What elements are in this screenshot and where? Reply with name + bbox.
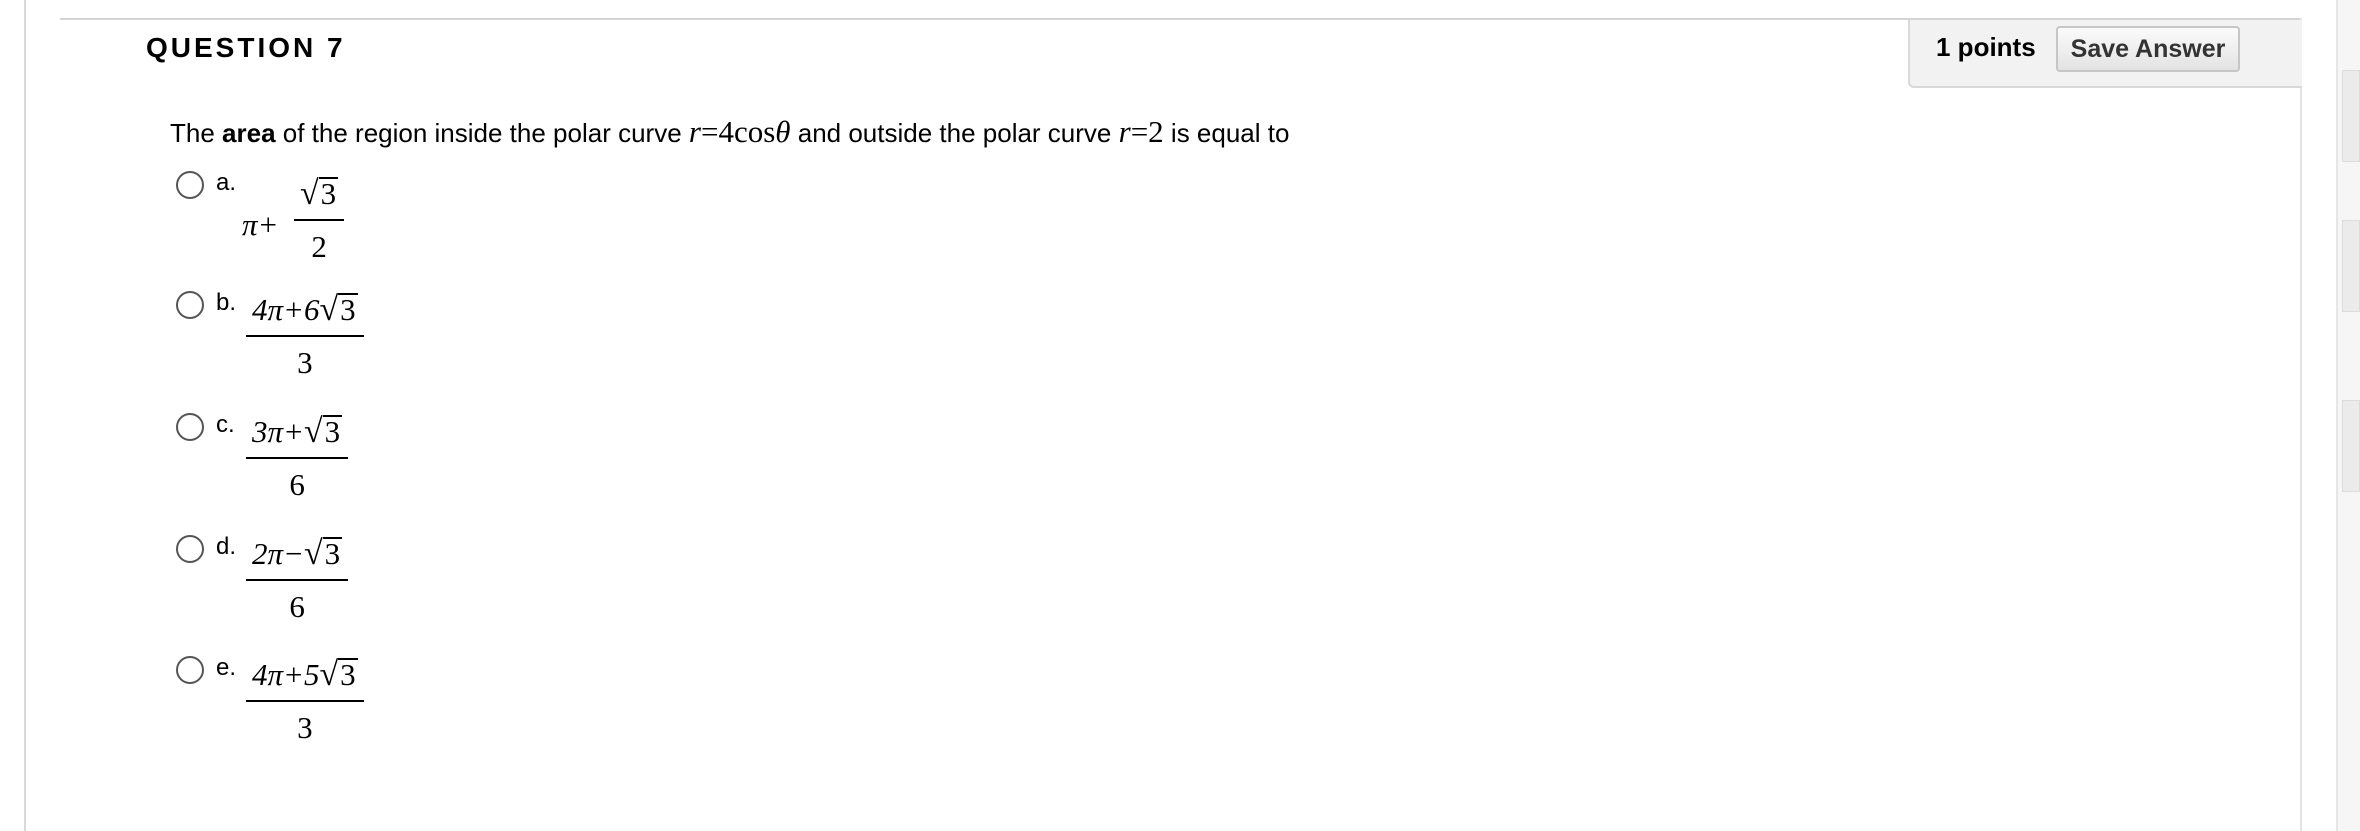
scrollbar-mark [2342, 400, 2360, 492]
right-border [2300, 18, 2302, 831]
question-prompt: The area of the region inside the polar … [170, 114, 1290, 149]
radio-unselected-icon[interactable] [176, 413, 204, 441]
radio-unselected-icon[interactable] [176, 656, 204, 684]
left-border [24, 0, 26, 831]
square-root-symbol: √3 [319, 656, 358, 693]
save-answer-button[interactable]: Save Answer [2056, 26, 2240, 72]
choice-fraction: 2π−√3 6 [246, 535, 349, 625]
polar-curve-1: r=4cosθ [688, 114, 791, 149]
square-root-symbol: √3 [303, 413, 343, 450]
prompt-bold-term: area [222, 118, 276, 148]
scrollbar-mark [2342, 220, 2360, 312]
choice-label: b. [216, 289, 237, 316]
polar-curve-2: r=2 [1118, 114, 1164, 149]
choice-label: e. [216, 654, 237, 681]
choice-fraction: 4π+5√3 3 [246, 656, 364, 746]
square-root-symbol: √3 [300, 175, 339, 212]
choice-label: d. [216, 533, 237, 560]
scrollbar-mark [2342, 70, 2360, 162]
scrollbar[interactable] [2336, 0, 2360, 831]
radio-unselected-icon[interactable] [176, 535, 204, 563]
question-title: QUESTION 7 [146, 32, 346, 63]
choice-fraction: 3π+√3 6 [246, 413, 349, 503]
points-label: 1 points [1936, 32, 2036, 62]
radio-unselected-icon[interactable] [176, 171, 204, 199]
choice-label: a. [216, 169, 237, 196]
choice-lead: π+ [242, 207, 279, 242]
square-root-symbol: √3 [319, 291, 358, 328]
choice-fraction: 4π+6√3 3 [246, 291, 364, 381]
choice-label: c. [216, 411, 235, 438]
choice-fraction: √3 2 [294, 175, 345, 265]
radio-unselected-icon[interactable] [176, 291, 204, 319]
points-panel: 1 points Save Answer [1908, 20, 2302, 88]
square-root-symbol: √3 [303, 535, 343, 572]
